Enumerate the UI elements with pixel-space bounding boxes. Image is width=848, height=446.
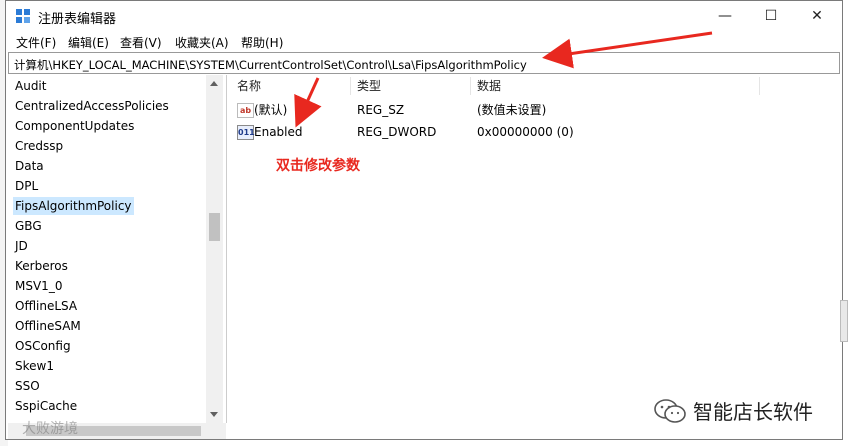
watermark-right: 智能店长软件	[653, 396, 813, 425]
column-header-type[interactable]: 类型	[357, 75, 381, 97]
column-header-name[interactable]: 名称	[237, 75, 261, 97]
value-data: 0x00000000 (0)	[477, 125, 574, 139]
string-value-icon: ab	[237, 103, 254, 118]
column-header-data[interactable]: 数据	[477, 75, 501, 97]
background-window-edge	[840, 300, 848, 342]
tree-item-sspicache[interactable]: SspiCache	[13, 397, 79, 415]
regedit-app-icon	[16, 9, 30, 23]
title-bar[interactable]: 注册表编辑器 — ☐ ✕	[6, 1, 842, 31]
tree-item-kerberos[interactable]: Kerberos	[13, 257, 70, 275]
tree-item-gbg[interactable]: GBG	[13, 217, 44, 235]
minimize-button[interactable]: —	[702, 1, 748, 31]
menu-file[interactable]: 文件(F)	[16, 34, 56, 51]
wechat-icon	[654, 398, 686, 423]
tree-item-fipsalgorithmpolicy[interactable]: FipsAlgorithmPolicy	[13, 197, 134, 215]
address-bar[interactable]: 计算机\HKEY_LOCAL_MACHINE\SYSTEM\CurrentCon…	[8, 52, 840, 74]
tree-item-msv1_0[interactable]: MSV1_0	[13, 277, 64, 295]
tree-item-sso[interactable]: SSO	[13, 377, 42, 395]
menu-help[interactable]: 帮助(H)	[241, 34, 283, 51]
scroll-thumb[interactable]	[209, 213, 220, 241]
tree-item-centralizedaccesspolicies[interactable]: CentralizedAccessPolicies	[13, 97, 171, 115]
close-button[interactable]: ✕	[794, 1, 840, 31]
column-divider[interactable]	[470, 77, 471, 95]
menu-bar: 文件(F) 编辑(E) 查看(V) 收藏夹(A) 帮助(H)	[6, 31, 842, 51]
watermark-left: 大败游境	[22, 421, 78, 437]
value-data: (数值未设置)	[477, 103, 547, 117]
menu-favorites[interactable]: 收藏夹(A)	[175, 34, 229, 51]
tree-item-componentupdates[interactable]: ComponentUpdates	[13, 117, 136, 135]
tree-vertical-scrollbar[interactable]	[206, 75, 223, 423]
menu-edit[interactable]: 编辑(E)	[68, 34, 109, 51]
maximize-button[interactable]: ☐	[748, 1, 794, 31]
scroll-up-arrow-icon[interactable]	[210, 81, 218, 86]
tree-item-offlinelsa[interactable]: OfflineLSA	[13, 297, 79, 315]
address-path[interactable]: 计算机\HKEY_LOCAL_MACHINE\SYSTEM\CurrentCon…	[14, 57, 527, 73]
regedit-window: 注册表编辑器 — ☐ ✕ 文件(F) 编辑(E) 查看(V) 收藏夹(A) 帮助…	[5, 0, 843, 440]
dword-value-icon: 011	[237, 125, 255, 140]
value-name: Enabled	[254, 125, 303, 139]
value-type: REG_DWORD	[357, 125, 437, 139]
scroll-down-arrow-icon[interactable]	[210, 412, 218, 417]
tree-item-jd[interactable]: JD	[13, 237, 30, 255]
column-divider[interactable]	[759, 77, 760, 95]
window-title: 注册表编辑器	[38, 12, 117, 27]
tree-item-dpl[interactable]: DPL	[13, 177, 40, 195]
tree-item-offlinesam[interactable]: OfflineSAM	[13, 317, 83, 335]
column-divider[interactable]	[350, 77, 351, 95]
menu-view[interactable]: 查看(V)	[120, 34, 162, 51]
tree-item-osconfig[interactable]: OSConfig	[13, 337, 73, 355]
tree-item-skew1[interactable]: Skew1	[13, 357, 56, 375]
key-tree-pane: Audit CentralizedAccessPolicies Componen…	[8, 75, 227, 423]
tree-item-credssp[interactable]: Credssp	[13, 137, 65, 155]
watermark-right-text: 智能店长软件	[693, 400, 813, 424]
value-name: (默认)	[254, 103, 288, 117]
tree-item-data[interactable]: Data	[13, 157, 46, 175]
value-type: REG_SZ	[357, 103, 405, 117]
values-list-pane: 名称 类型 数据 ab (默认) REG_SZ (数值未设置) 011 Enab…	[229, 75, 840, 438]
annotation-text: 双击修改参数	[276, 158, 360, 174]
tree-item-audit[interactable]: Audit	[13, 77, 48, 95]
